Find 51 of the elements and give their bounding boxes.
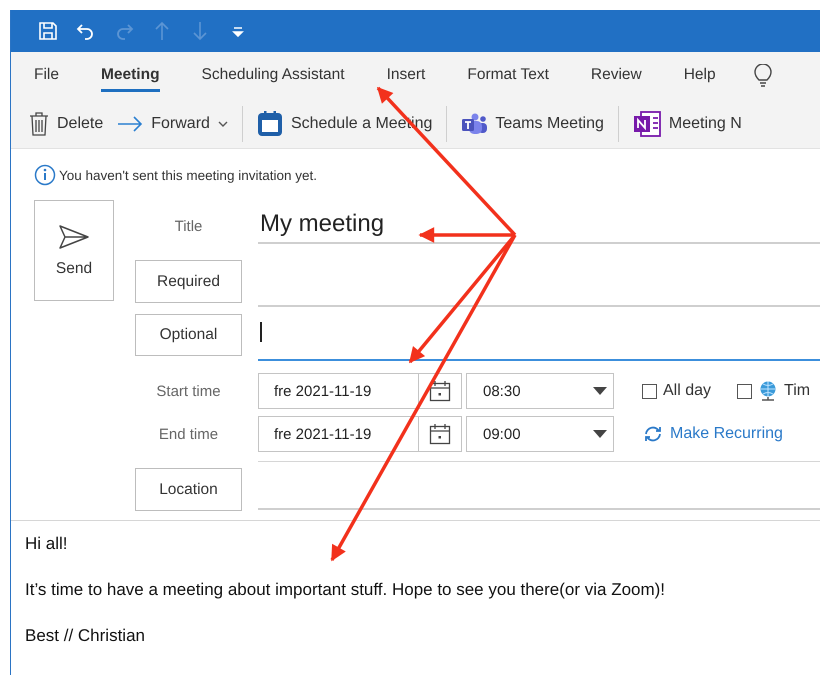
required-button[interactable]: Required	[135, 260, 242, 303]
dropdown-caret-icon	[593, 430, 607, 438]
date-picker-button[interactable]	[419, 416, 462, 452]
message-body[interactable]: Hi all! It’s time to have a meeting about important stuff. Hope to see you there(or via Zoom)! Best // Christian	[11, 520, 820, 647]
ribbon-tab[interactable]: Format Text	[467, 60, 549, 92]
body-paragraph: It’s time to have a meeting about important stuff. Hope to see you there(or via Zoom)!	[25, 579, 666, 601]
calendar-icon	[429, 380, 451, 402]
time-dropdown[interactable]: 09:00	[466, 416, 614, 452]
calendar-icon	[429, 423, 451, 445]
calendar-icon	[256, 111, 283, 137]
optional-button[interactable]: Optional	[135, 314, 242, 356]
globe-icon	[758, 380, 778, 402]
people-icon	[461, 113, 488, 135]
ribbon-tab[interactable]: Scheduling Assistant	[202, 60, 345, 92]
recurring-icon	[642, 425, 664, 443]
dropdown-caret-icon	[593, 387, 607, 395]
notebook-icon	[632, 111, 661, 137]
field-label: Start time	[156, 382, 221, 400]
send-button[interactable]: Send	[34, 200, 114, 301]
ribbon-command[interactable]: Forward	[117, 115, 228, 133]
make-recurring-link[interactable]: Make Recurring	[642, 425, 783, 443]
location-button[interactable]: Location	[135, 468, 242, 511]
send-icon	[58, 224, 90, 250]
field-label: Title	[174, 218, 202, 235]
ribbon-tab[interactable]: Insert	[386, 60, 426, 92]
lightbulb-icon[interactable]	[754, 64, 772, 88]
date-field[interactable]: fre 2021-11-19	[258, 416, 419, 452]
chevron-down-icon	[218, 121, 228, 127]
checkbox[interactable]	[642, 384, 657, 398]
time-dropdown[interactable]: 08:30	[466, 373, 614, 409]
ribbon-tab[interactable]: Help	[684, 60, 716, 92]
ribbon-command[interactable]: Delete	[29, 112, 104, 136]
info-message: You haven't sent this meeting invitation yet.	[59, 168, 317, 182]
title-field[interactable]: My meeting	[258, 200, 820, 244]
date-picker-button[interactable]	[419, 373, 462, 409]
checkbox-label: Tim	[784, 382, 810, 400]
ribbon-command[interactable]: Teams Meeting	[461, 113, 604, 135]
ribbon-command[interactable]: Meeting N	[632, 111, 742, 137]
info-icon	[34, 164, 56, 186]
body-paragraph: Best // Christian	[25, 625, 146, 647]
checkbox[interactable]	[737, 384, 752, 398]
date-field[interactable]: fre 2021-11-19	[258, 373, 419, 409]
field-label: End time	[158, 426, 218, 442]
ribbon-tab[interactable]: File	[34, 60, 59, 92]
arrow-right-icon	[117, 116, 144, 132]
save-icon[interactable]	[37, 20, 59, 42]
ribbon-tab[interactable]: Review	[590, 60, 642, 92]
ribbon-tab[interactable]: Meeting	[100, 60, 160, 92]
body-paragraph: Hi all!	[25, 533, 69, 555]
checkbox-label: All day	[663, 382, 712, 400]
trash-icon	[29, 112, 49, 136]
